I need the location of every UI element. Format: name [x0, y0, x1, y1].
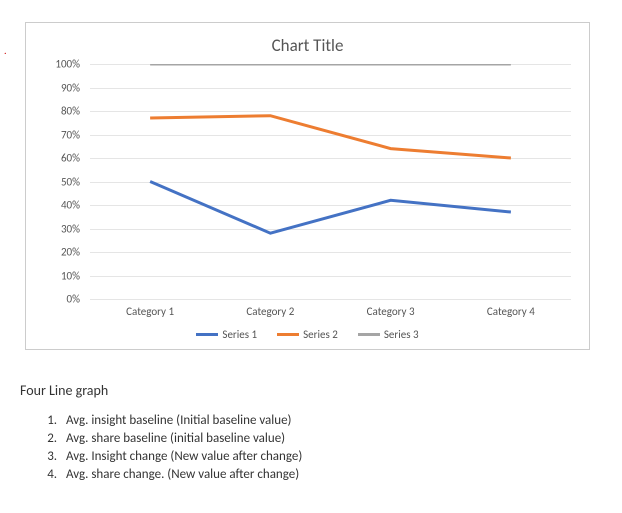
- chart-title: Chart Title: [34, 31, 581, 64]
- legend-swatch: [196, 333, 218, 336]
- legend-label: Series 3: [384, 328, 419, 341]
- list-item: Avg. share baseline (initial baseline va…: [60, 431, 612, 446]
- y-tick-label: 20%: [61, 246, 80, 259]
- legend-item: Series 2: [277, 328, 338, 341]
- x-tick-label: Category 1: [90, 305, 210, 318]
- y-tick-label: 90%: [61, 81, 80, 94]
- y-tick-label: 50%: [61, 175, 80, 188]
- below-chart-section: Four Line graph Avg. insight baseline (I…: [20, 382, 612, 482]
- section-title: Four Line graph: [20, 382, 612, 399]
- list-item: Avg. Insight change (New value after cha…: [60, 449, 612, 464]
- legend-item: Series 3: [358, 328, 419, 341]
- x-tick-label: Category 4: [451, 305, 571, 318]
- legend-swatch: [358, 333, 380, 336]
- series-line: [150, 182, 511, 234]
- legend-label: Series 1: [222, 328, 257, 341]
- y-tick-label: 10%: [61, 269, 80, 282]
- y-tick-label: 80%: [61, 105, 80, 118]
- plot-area: 0%10%20%30%40%50%60%70%80%90%100%: [90, 64, 571, 299]
- y-axis: 0%10%20%30%40%50%60%70%80%90%100%: [40, 64, 86, 299]
- list-item: Avg. share change. (New value after chan…: [60, 467, 612, 482]
- notes-list: Avg. insight baseline (Initial baseline …: [60, 413, 612, 482]
- legend: Series 1 Series 2 Series 3: [34, 328, 581, 341]
- y-tick-label: 40%: [61, 199, 80, 212]
- list-item: Avg. insight baseline (Initial baseline …: [60, 413, 612, 428]
- y-tick-label: 0%: [67, 293, 80, 306]
- chart-lines: [90, 64, 571, 299]
- chart-panel: Chart Title 0%10%20%30%40%50%60%70%80%90…: [25, 22, 590, 350]
- x-axis: Category 1Category 2Category 3Category 4: [90, 305, 571, 318]
- gridline: [90, 299, 571, 300]
- series-line: [150, 116, 511, 158]
- y-tick-label: 100%: [55, 58, 80, 71]
- legend-swatch: [277, 333, 299, 336]
- legend-item: Series 1: [196, 328, 257, 341]
- y-tick-label: 70%: [61, 128, 80, 141]
- x-tick-label: Category 2: [210, 305, 330, 318]
- legend-label: Series 2: [303, 328, 338, 341]
- decoration-dot: .: [4, 44, 8, 45]
- y-tick-label: 60%: [61, 152, 80, 165]
- x-tick-label: Category 3: [331, 305, 451, 318]
- y-tick-label: 30%: [61, 222, 80, 235]
